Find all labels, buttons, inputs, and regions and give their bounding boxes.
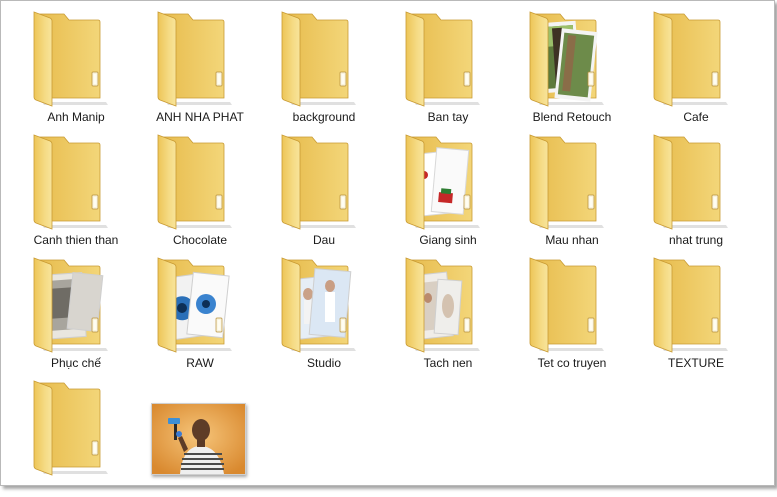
folder-label: Ban tay — [427, 110, 469, 124]
folder-label: Chocolate — [172, 233, 228, 247]
folder-item[interactable]: TEXTURE — [634, 252, 758, 374]
folder-item[interactable]: Anh Manip — [14, 6, 138, 128]
folder-item[interactable]: Mau nhan — [510, 129, 634, 251]
folder-item[interactable]: Blend Retouch — [510, 6, 634, 128]
folder-item[interactable]: Tach nen — [386, 252, 510, 374]
folder-label: ANH NHA PHAT — [156, 110, 244, 124]
folder-label: TEXTURE — [667, 356, 724, 370]
folder-label: background — [292, 110, 356, 124]
folder-label: Canh thien than — [33, 233, 119, 247]
folder-item[interactable]: background — [262, 6, 386, 128]
folder-item[interactable]: Studio — [262, 252, 386, 374]
explorer-content-pane: Anh Manip ANH NHA PHAT background Ban ta… — [0, 0, 775, 486]
folder-item[interactable]: Giang sinh — [386, 129, 510, 251]
folder-item[interactable]: RAW — [138, 252, 262, 374]
folder-label: RAW — [186, 356, 214, 370]
folder-label: Studio — [306, 356, 342, 370]
folder-label: Tet co truyen — [537, 356, 607, 370]
folder-item[interactable]: Dau — [262, 129, 386, 251]
folder-label: Anh Manip — [47, 110, 105, 124]
folder-item[interactable]: ANH NHA PHAT — [138, 6, 262, 128]
man-photo-icon — [152, 404, 245, 474]
folder-item[interactable] — [14, 375, 138, 497]
folder-label: Mau nhan — [545, 233, 599, 247]
folder-item[interactable]: Cafe — [634, 6, 758, 128]
folder-item[interactable]: nhat trung — [634, 129, 758, 251]
folder-label: Cafe — [683, 110, 709, 124]
folder-item[interactable]: Ban tay — [386, 6, 510, 128]
image-file-thumbnail[interactable] — [151, 403, 246, 475]
folder-label: Dau — [312, 233, 335, 247]
folder-label: Blend Retouch — [532, 110, 612, 124]
folder-item[interactable]: Tet co truyen — [510, 252, 634, 374]
folder-label: nhat trung — [668, 233, 724, 247]
folder-item[interactable]: Canh thien than — [14, 129, 138, 251]
folder-label: Giang sinh — [419, 233, 477, 247]
folder-label: Phục chế — [50, 356, 102, 370]
folder-item[interactable]: Phục chế — [14, 252, 138, 374]
folder-item[interactable]: Chocolate — [138, 129, 262, 251]
folder-label: Tach nen — [423, 356, 473, 370]
